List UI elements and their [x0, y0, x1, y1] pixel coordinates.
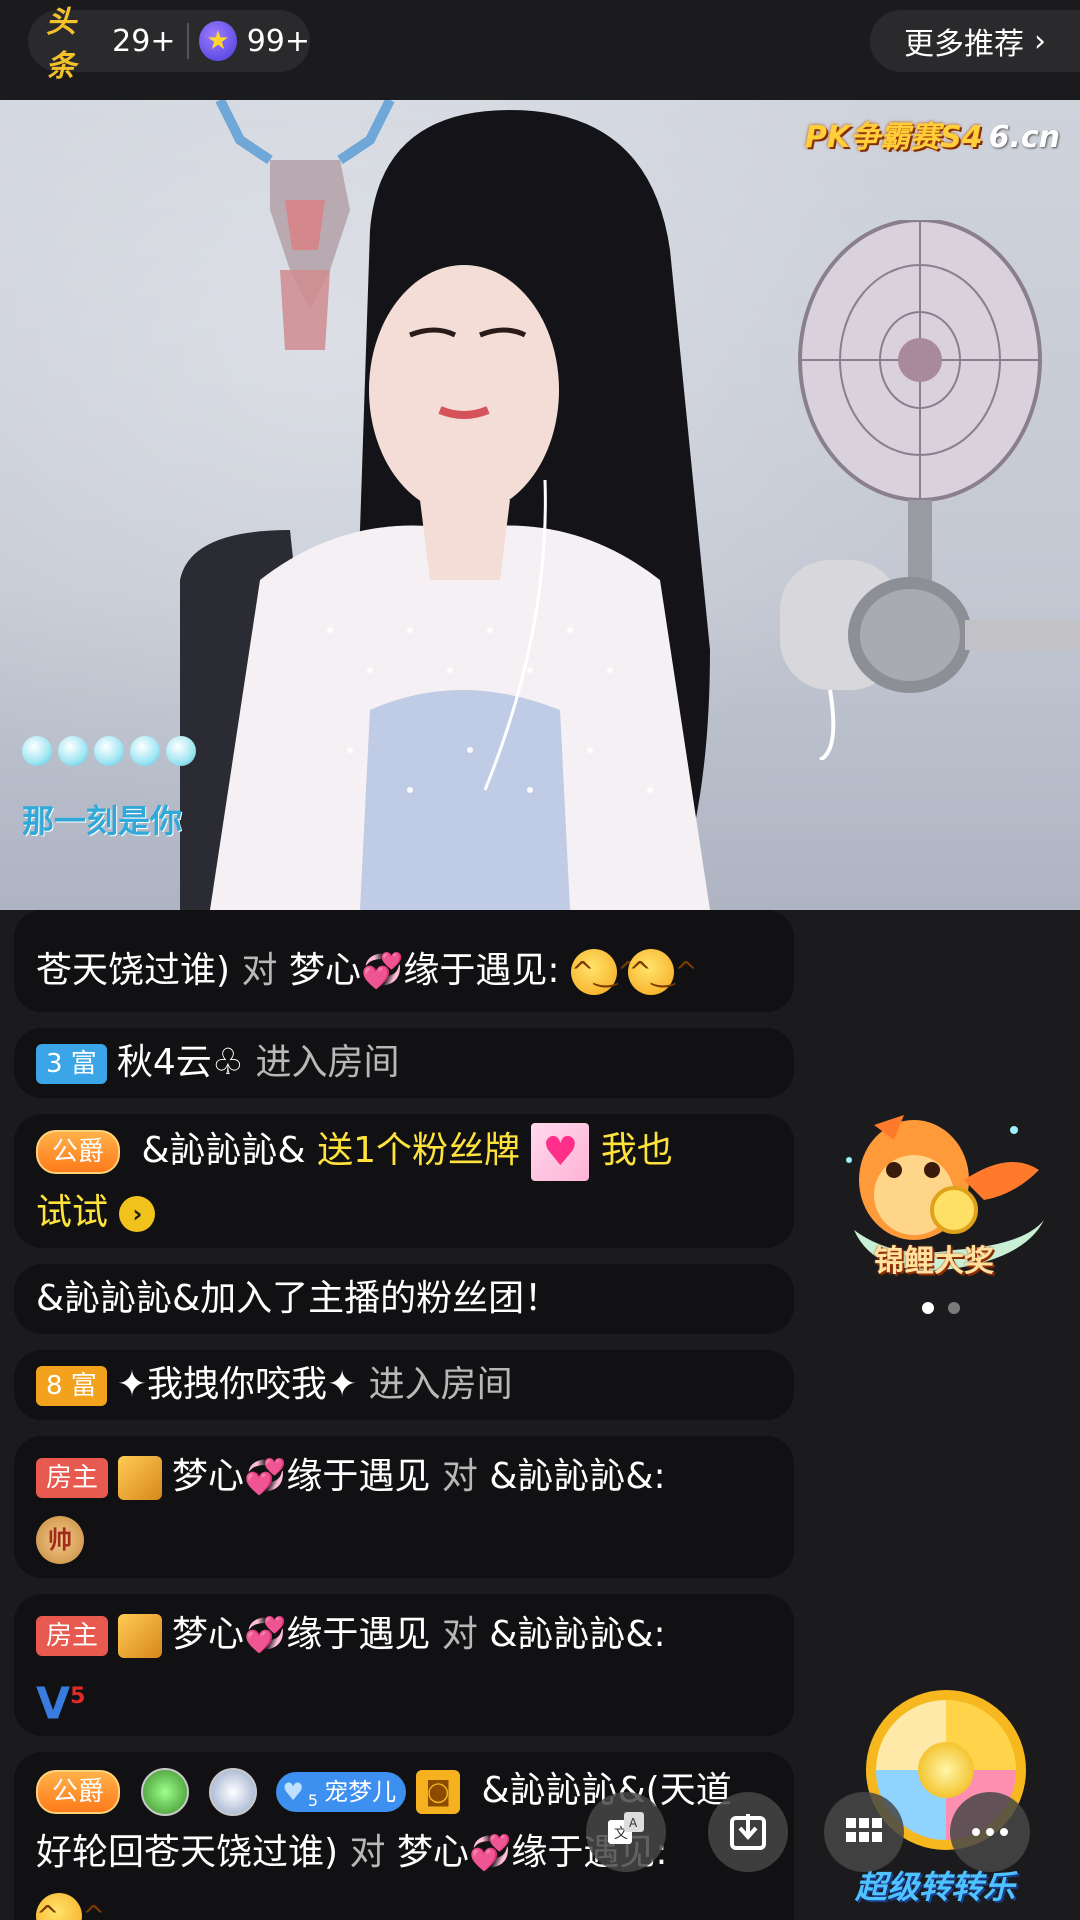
toutiao-count: 29+: [112, 23, 176, 59]
star-icon: ★: [199, 21, 237, 61]
owner-badge: 房主: [36, 1458, 109, 1498]
download-button[interactable]: [708, 1792, 788, 1872]
chat-user[interactable]: 秋4云: [117, 1042, 212, 1083]
site-watermark: 6.cn: [988, 120, 1060, 155]
koi-prize-label[interactable]: 锦鲤大奖: [874, 1236, 994, 1280]
gift-extra: 我也: [600, 1130, 673, 1171]
chat-verb: 对: [441, 1456, 478, 1497]
chat-user[interactable]: ✦我拽你咬我✦: [117, 1364, 357, 1405]
chat-target[interactable]: 梦心: [397, 1832, 469, 1873]
grin-emoji-icon: ^‿^: [570, 949, 640, 995]
chat-target[interactable]: &訫訫訫&:: [489, 1614, 665, 1655]
carousel-dots: [922, 1302, 960, 1314]
carousel-dot: [948, 1302, 960, 1314]
chat-message: 房主 梦心💞缘于遇见 对 &訫訫訫&: V5: [14, 1594, 794, 1736]
chat-user-suffix: 缘于遇见: [286, 1614, 431, 1655]
chat-target-suffix: 缘于遇见:: [403, 950, 560, 991]
chat-message: 苍天饶过谁) 对 梦心💞缘于遇见: ^‿^ ^‿^: [14, 910, 794, 1012]
vip-icon: [118, 1614, 163, 1658]
chat-message: &訫訫訫&加入了主播的粉丝团！: [14, 1264, 794, 1334]
heart-icon: 💞: [468, 1833, 512, 1873]
wealth-level-badge: 3 富: [36, 1044, 107, 1084]
wealth-level-badge: 8 富: [36, 1366, 107, 1406]
bubble-icon: [94, 736, 124, 766]
chat-message: 8 富 ✦我拽你咬我✦ 进入房间: [14, 1350, 794, 1420]
chess-piece-icon: 帅: [36, 1516, 84, 1564]
heart-medal-icon: [208, 1768, 257, 1816]
translate-icon: 文 A: [608, 1812, 644, 1844]
vip-icon: [118, 1456, 163, 1500]
top-bar: 头条 29+ ★ 99+ 更多推荐 ›: [0, 0, 1080, 100]
chat-user[interactable]: &訫訫訫&: [141, 1130, 305, 1171]
chat-user-suffix: 缘于遇见: [286, 1456, 431, 1497]
chat-verb: 对: [441, 1614, 478, 1655]
clubs-icon: ♧: [211, 1042, 244, 1083]
video-overlay-text: 那一刻是你: [22, 802, 183, 840]
medal-icon: [141, 1768, 190, 1816]
chat-verb: 对: [349, 1832, 386, 1873]
gift-action: 送1个粉丝牌: [317, 1130, 520, 1171]
pet-name: 宠梦儿: [324, 1778, 397, 1806]
more-options-button[interactable]: [950, 1792, 1030, 1872]
chat-action: 进入房间: [255, 1042, 400, 1083]
chat-target[interactable]: &訫訫訫&:: [489, 1456, 665, 1497]
toutiao-logo: 头条: [46, 5, 76, 84]
level-number: 5: [70, 1684, 86, 1709]
chat-user[interactable]: 苍天饶过谁): [36, 950, 230, 991]
svg-text:A: A: [629, 1816, 638, 1830]
level-v-icon: V5: [36, 1678, 86, 1730]
grid-icon: [846, 1818, 882, 1842]
chat-message: 3 富秋4云♧ 进入房间: [14, 1028, 794, 1098]
chat-message: 公爵 &訫訫訫& 送1个粉丝牌 ♥ 我也 试试 ›: [14, 1114, 794, 1248]
bubble-icon: [22, 736, 52, 766]
streamer-figure: [180, 110, 710, 910]
bubble-icon: [130, 736, 160, 766]
system-notice: &訫訫訫&加入了主播的粉丝团！: [36, 1278, 561, 1319]
translate-button[interactable]: 文 A: [586, 1792, 666, 1872]
heart-icon: 💞: [360, 951, 404, 991]
chevron-right-icon: ›: [1034, 23, 1046, 59]
chat-target[interactable]: 梦心: [289, 950, 361, 991]
chat-list[interactable]: 苍天饶过谁) 对 梦心💞缘于遇见: ^‿^ ^‿^ 3 富秋4云♧ 进入房间 公…: [14, 910, 794, 1920]
fan-badge-gift-icon: ♥: [531, 1123, 590, 1181]
duke-badge: 公爵: [36, 1130, 121, 1174]
grin-emoji-icon: ^‿^: [36, 1893, 105, 1920]
grid-menu-button[interactable]: [824, 1792, 904, 1872]
live-video[interactable]: PK争霸赛S4 6.cn 那一刻是你: [0, 100, 1080, 910]
divider: [187, 23, 190, 59]
arrow-right-icon[interactable]: ›: [119, 1196, 156, 1232]
bubble-decoration: [22, 736, 196, 766]
pk-watermark-text: PK争霸赛S4: [804, 120, 983, 155]
heart-icon: 💞: [244, 1457, 287, 1497]
pk-watermark: PK争霸赛S4 6.cn: [805, 112, 1060, 156]
try-link[interactable]: 试试: [36, 1192, 108, 1233]
chat-user[interactable]: 梦心: [172, 1614, 244, 1655]
pet-level: 5: [307, 1790, 319, 1810]
more-dots-icon: [972, 1828, 1008, 1836]
pet-heart-icon: ♥: [282, 1778, 304, 1806]
chat-user-cont: 好轮回苍天饶过谁): [36, 1832, 339, 1873]
bubble-icon: [166, 736, 196, 766]
carousel-dot-active: [922, 1302, 934, 1314]
grin-emoji-icon: ^‿^: [628, 949, 698, 995]
bubble-icon: [58, 736, 88, 766]
chat-user[interactable]: 梦心: [172, 1456, 244, 1497]
chat-verb: 对: [241, 950, 278, 991]
pet-badge: ♥ 5 宠梦儿: [276, 1772, 407, 1812]
star-count: 99+: [246, 23, 310, 59]
more-recommend-button[interactable]: 更多推荐 ›: [870, 10, 1080, 72]
owner-badge: 房主: [36, 1616, 109, 1656]
duke-badge: 公爵: [36, 1770, 121, 1814]
download-icon: [730, 1814, 766, 1850]
notification-pill[interactable]: 头条 29+ ★ 99+: [28, 5, 310, 84]
chat-action: 进入房间: [368, 1364, 513, 1405]
chat-message: 公爵 ♥ 5 宠梦儿 ◙ &訫訫訫&(天道 好轮回苍天饶过谁) 对 梦心💞缘于遇见: …: [14, 1752, 794, 1920]
more-recommend-label: 更多推荐: [904, 27, 1024, 62]
chat-message: 房主 梦心💞缘于遇见 对 &訫訫訫&: 帅: [14, 1436, 794, 1578]
heart-icon: 💞: [244, 1615, 287, 1655]
user-card-icon: ◙: [416, 1770, 461, 1814]
wheel-center-icon: [918, 1742, 974, 1798]
